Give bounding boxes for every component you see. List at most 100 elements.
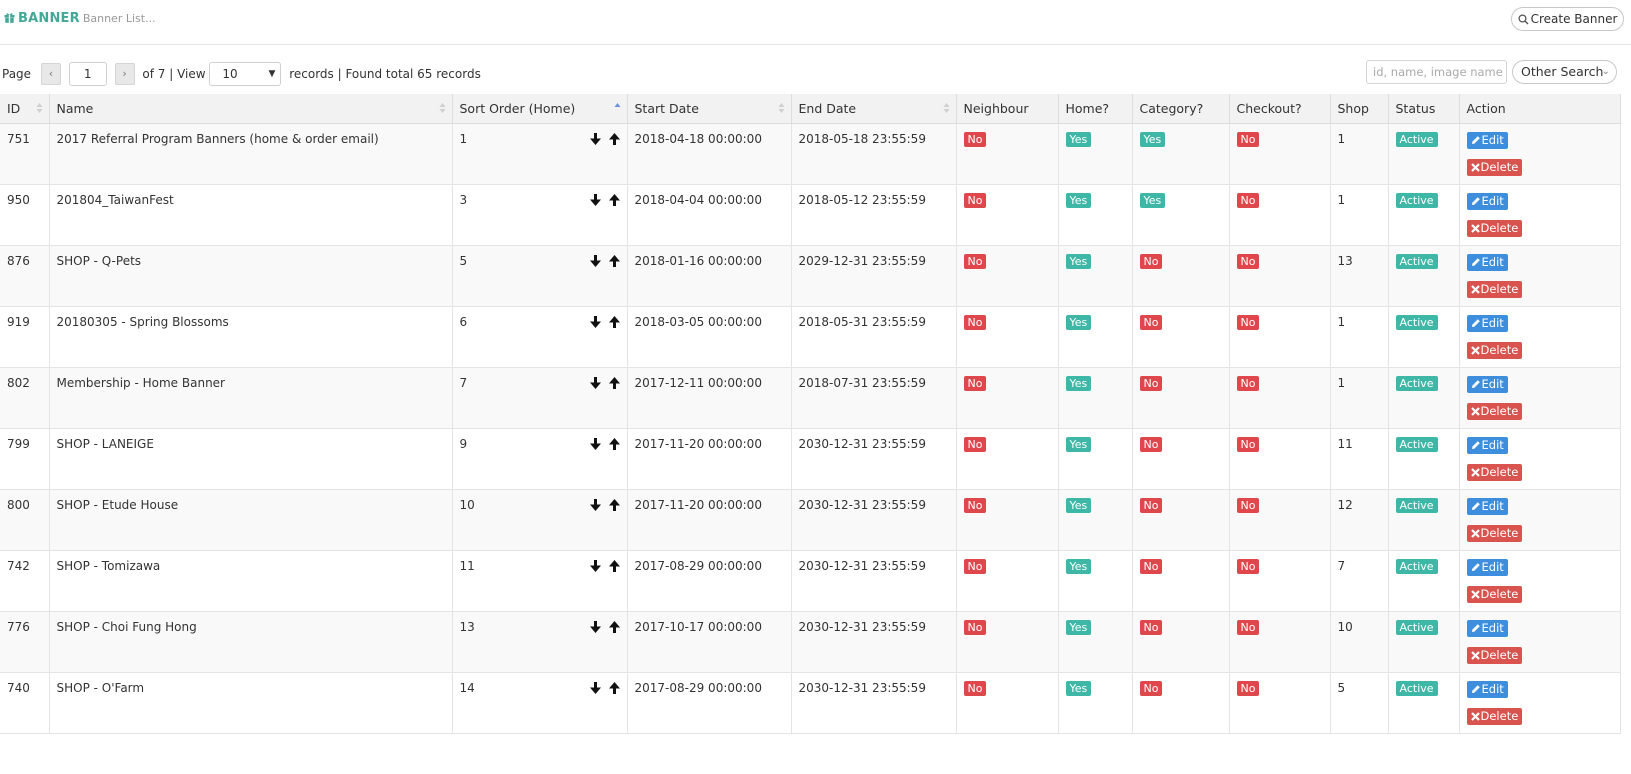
cell-name: 20180305 - Spring Blossoms xyxy=(49,306,453,368)
delete-button[interactable]: Delete xyxy=(1466,464,1523,481)
arrow-down-icon[interactable] xyxy=(582,681,601,695)
arrow-up-icon[interactable] xyxy=(601,132,620,146)
arrow-down-icon[interactable] xyxy=(582,620,601,634)
column-header-neighbour: Neighbour xyxy=(956,94,1059,124)
arrow-down-icon[interactable] xyxy=(582,193,601,207)
sort-icon xyxy=(439,102,446,114)
status-badge: Active xyxy=(1395,193,1438,208)
cell-status: Active xyxy=(1388,489,1460,551)
status-badge: Active xyxy=(1395,681,1438,696)
cell-home: Yes xyxy=(1058,245,1133,307)
arrow-up-icon[interactable] xyxy=(601,498,620,512)
table-row: 802 Membership - Home Banner 7 2017-12-11 0… xyxy=(0,367,1621,429)
sort-order-value: 14 xyxy=(459,681,475,695)
arrow-up-icon[interactable] xyxy=(601,193,620,207)
home-badge: Yes xyxy=(1065,315,1092,330)
column-header-sort-order[interactable]: Sort Order (Home) xyxy=(452,94,628,124)
arrow-up-icon[interactable] xyxy=(601,254,620,268)
edit-button[interactable]: Edit xyxy=(1466,498,1508,515)
delete-button[interactable]: Delete xyxy=(1466,525,1523,542)
column-header-end-date[interactable]: End Date xyxy=(791,94,957,124)
arrow-up-icon[interactable] xyxy=(601,315,620,329)
cell-status: Active xyxy=(1388,245,1460,307)
edit-button[interactable]: Edit xyxy=(1466,132,1508,149)
per-page-select[interactable]: 10 ▼ xyxy=(209,61,282,86)
close-icon xyxy=(1470,526,1481,540)
arrow-up-icon[interactable] xyxy=(601,559,620,573)
delete-button[interactable]: Delete xyxy=(1466,159,1523,176)
arrow-up-icon[interactable] xyxy=(601,620,620,634)
page-number-input[interactable]: 1 xyxy=(68,61,107,86)
column-header-name[interactable]: Name xyxy=(49,94,453,124)
cell-start-date: 2018-01-16 00:00:00 xyxy=(627,245,792,307)
search-input[interactable]: id, name, image name xyxy=(1366,60,1507,84)
delete-button[interactable]: Delete xyxy=(1466,647,1523,664)
delete-label: Delete xyxy=(1480,160,1519,174)
edit-button[interactable]: Edit xyxy=(1466,620,1508,637)
pencil-icon xyxy=(1471,133,1482,147)
edit-button[interactable]: Edit xyxy=(1466,254,1508,271)
edit-label: Edit xyxy=(1481,499,1504,513)
cell-start-date: 2018-04-18 00:00:00 xyxy=(627,123,792,185)
close-icon xyxy=(1470,404,1481,418)
other-search-button[interactable]: Other Search ⌄ xyxy=(1512,60,1617,84)
edit-button[interactable]: Edit xyxy=(1466,315,1508,332)
arrow-down-icon[interactable] xyxy=(582,559,601,573)
status-badge: Active xyxy=(1395,376,1438,391)
home-badge: Yes xyxy=(1065,437,1092,452)
status-badge: Active xyxy=(1395,620,1438,635)
delete-button[interactable]: Delete xyxy=(1466,708,1523,725)
table-row: 751 2017 Referral Program Banners (home &… xyxy=(0,123,1621,185)
arrow-up-icon[interactable] xyxy=(601,681,620,695)
chevron-down-icon: ⌄ xyxy=(1601,66,1610,77)
arrow-up-icon[interactable] xyxy=(601,437,620,451)
prev-page-button[interactable]: ‹ xyxy=(40,62,61,85)
column-header-label: Neighbour xyxy=(963,101,1029,116)
edit-label: Edit xyxy=(1481,438,1504,452)
arrow-down-icon[interactable] xyxy=(582,376,601,390)
arrow-down-icon[interactable] xyxy=(582,254,601,268)
cell-name: Membership - Home Banner xyxy=(49,367,453,429)
arrow-up-icon[interactable] xyxy=(601,376,620,390)
column-header-id[interactable]: ID xyxy=(0,94,50,124)
delete-button[interactable]: Delete xyxy=(1466,403,1523,420)
delete-button[interactable]: Delete xyxy=(1466,281,1523,298)
neighbour-badge: No xyxy=(963,193,987,208)
cell-sort-order: 3 xyxy=(452,184,628,246)
gift-icon xyxy=(4,12,15,26)
delete-button[interactable]: Delete xyxy=(1466,220,1523,237)
close-icon xyxy=(1470,160,1481,174)
edit-button[interactable]: Edit xyxy=(1466,437,1508,454)
cell-action: Edit Delete xyxy=(1459,672,1621,734)
cell-neighbour: No xyxy=(956,550,1059,612)
status-badge: Active xyxy=(1395,315,1438,330)
arrow-down-icon[interactable] xyxy=(582,437,601,451)
edit-button[interactable]: Edit xyxy=(1466,559,1508,576)
checkout-badge: No xyxy=(1236,132,1260,147)
arrow-down-icon[interactable] xyxy=(582,315,601,329)
edit-label: Edit xyxy=(1481,255,1504,269)
create-banner-button[interactable]: Create Banner xyxy=(1511,7,1624,31)
arrow-down-icon[interactable] xyxy=(582,498,601,512)
cell-end-date: 2030-12-31 23:55:59 xyxy=(791,428,957,490)
cell-action: Edit Delete xyxy=(1459,428,1621,490)
column-header-start-date[interactable]: Start Date xyxy=(627,94,792,124)
edit-button[interactable]: Edit xyxy=(1466,376,1508,393)
page-title: BANNER Banner List... xyxy=(4,11,156,26)
sort-order-value: 11 xyxy=(459,559,475,573)
cell-action: Edit Delete xyxy=(1459,489,1621,551)
cell-name: SHOP - O'Farm xyxy=(49,672,453,734)
delete-button[interactable]: Delete xyxy=(1466,586,1523,603)
table-row: 919 20180305 - Spring Blossoms 6 2018-03-05… xyxy=(0,306,1621,368)
edit-button[interactable]: Edit xyxy=(1466,193,1508,210)
table-row: 742 SHOP - Tomizawa 11 2017-08-29 00:00:00 2… xyxy=(0,550,1621,612)
next-page-button[interactable]: › xyxy=(114,62,135,85)
edit-label: Edit xyxy=(1481,316,1504,330)
edit-button[interactable]: Edit xyxy=(1466,681,1508,698)
delete-button[interactable]: Delete xyxy=(1466,342,1523,359)
cell-neighbour: No xyxy=(956,245,1059,307)
search-icon xyxy=(1518,10,1529,32)
column-header-label: Home? xyxy=(1065,101,1110,116)
cell-home: Yes xyxy=(1058,306,1133,368)
arrow-down-icon[interactable] xyxy=(582,132,601,146)
